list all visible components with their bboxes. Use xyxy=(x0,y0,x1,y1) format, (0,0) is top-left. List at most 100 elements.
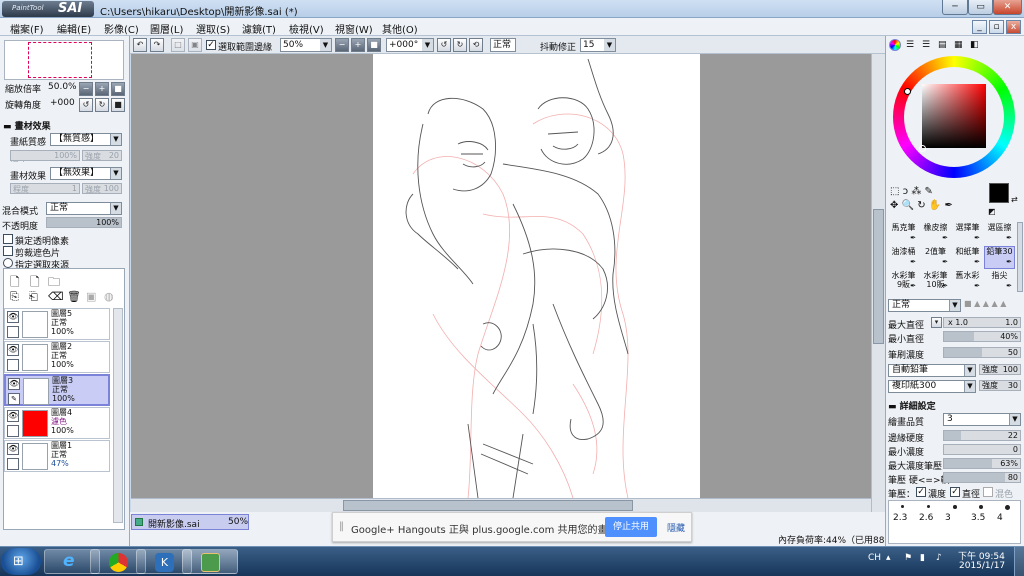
menu-window[interactable]: 視窗(W) xyxy=(335,21,373,36)
select-bounds-checkbox[interactable]: ✓ xyxy=(206,40,216,50)
brush-slot[interactable]: 水彩筆 9販 ✒ xyxy=(888,270,919,293)
zoom-in-icon[interactable]: + xyxy=(351,38,365,52)
menu-image[interactable]: 影像(C) xyxy=(104,21,139,36)
eye-icon[interactable]: 👁 xyxy=(8,378,20,390)
stop-share-button[interactable]: 停止共用 xyxy=(605,517,657,537)
tray-expand-icon[interactable]: ▴ xyxy=(886,553,891,563)
layer-mask-icon[interactable]: ◍ xyxy=(104,290,114,303)
nav-rotate-right-icon[interactable]: ↻ xyxy=(95,98,109,112)
brush-slot[interactable]: 和紙筆 ✒ xyxy=(952,246,983,269)
move-tool-icon[interactable]: ✥ xyxy=(890,200,898,211)
drag-handle-icon[interactable]: ‖ xyxy=(339,521,344,532)
brush-slot[interactable]: 指尖 ✒ xyxy=(984,270,1015,293)
taskbar-sai[interactable] xyxy=(182,549,238,574)
saturation-value-square[interactable] xyxy=(922,84,986,148)
pressure-blend-checkbox[interactable] xyxy=(983,487,993,497)
rotate-left-icon[interactable]: ↺ xyxy=(437,38,451,52)
nav-rotate-reset-icon[interactable]: ■ xyxy=(111,98,125,112)
brush-blend-select[interactable]: 正常 ▼ xyxy=(888,299,961,312)
menu-file[interactable]: 檔案(F) xyxy=(10,21,44,36)
menu-other[interactable]: 其他(O) xyxy=(382,21,418,36)
brush-slot[interactable]: 2值筆 ✒ xyxy=(920,246,951,269)
lock-icon[interactable] xyxy=(7,359,19,371)
min-size-slider[interactable]: 40% xyxy=(943,331,1021,342)
paper-strength-slider[interactable]: 20 強度 xyxy=(82,150,122,161)
color-mix-tab-icon[interactable]: ▤ xyxy=(938,40,947,50)
max-size-slider[interactable]: x 1.0 1.0 xyxy=(943,317,1021,328)
brush-size-label[interactable]: 2.6 xyxy=(919,513,933,523)
transfer-down-icon[interactable]: ⎘ xyxy=(10,290,19,304)
brush-slot[interactable]: 選區擦 ✒ xyxy=(984,222,1015,245)
opacity-slider[interactable]: 100% xyxy=(46,217,122,228)
horizontal-scroll-thumb[interactable] xyxy=(343,500,633,511)
foreground-color[interactable] xyxy=(989,183,1009,203)
brush-slot[interactable]: 油漆桶 ✒ xyxy=(888,246,919,269)
brush-grid-scrollbar[interactable] xyxy=(1017,222,1023,292)
merge-down-icon[interactable]: ⎗ xyxy=(29,290,38,304)
rotate-right-icon[interactable]: ↻ xyxy=(453,38,467,52)
undo-icon[interactable]: ↶ xyxy=(133,38,147,52)
texture-strength-slider[interactable]: 強度 30 xyxy=(979,380,1021,391)
layer-item[interactable]: 👁 圖層1 正常 47% xyxy=(4,440,110,472)
document-tab[interactable]: 開新影像.sai 50% xyxy=(131,514,249,530)
rotate-tool-icon[interactable]: ↻ xyxy=(917,200,925,211)
zoom-out-icon[interactable]: − xyxy=(335,38,349,52)
brush-slot[interactable]: 鉛筆30 ✒ xyxy=(984,246,1015,269)
scratchpad-tab-icon[interactable]: ◧ xyxy=(970,40,979,50)
brush-size-label[interactable]: 3 xyxy=(945,513,951,523)
redo-icon[interactable]: ↷ xyxy=(150,38,164,52)
show-desktop-button[interactable] xyxy=(1014,547,1024,576)
lock-icon[interactable] xyxy=(7,326,19,338)
swatch-tab-icon[interactable]: ▦ xyxy=(954,40,963,50)
color-marker[interactable] xyxy=(919,145,926,152)
quality-select[interactable]: 3 ▼ xyxy=(943,413,1021,426)
menu-layer[interactable]: 圖層(L) xyxy=(150,21,183,36)
brush-slot[interactable]: 選擇筆 ✒ xyxy=(952,222,983,245)
brush-size-dot[interactable] xyxy=(953,505,957,509)
layer-item[interactable]: 👁 圖層5 正常 100% xyxy=(4,308,110,340)
rotate-reset-icon[interactable]: ⟲ xyxy=(469,38,483,52)
zoom-select[interactable]: 50% ▼ xyxy=(280,38,332,52)
close-button[interactable]: ✕ xyxy=(993,0,1022,15)
menu-filter[interactable]: 濾鏡(T) xyxy=(242,21,276,36)
brush-size-label[interactable]: 3.5 xyxy=(971,513,985,523)
paper-texture-select[interactable]: 【無質感】 ▼ xyxy=(50,133,122,146)
max-density-pressure-slider[interactable]: 63% xyxy=(943,458,1021,469)
menu-edit[interactable]: 編輯(E) xyxy=(57,21,91,36)
nav-rotate-left-icon[interactable]: ↺ xyxy=(79,98,93,112)
canvas-page[interactable] xyxy=(373,54,700,498)
lock-alpha-checkbox[interactable] xyxy=(3,234,13,244)
magic-wand-tool-icon[interactable]: ⁂ xyxy=(911,186,921,197)
rgb-slider-tab-icon[interactable]: ☰ xyxy=(906,40,914,50)
layer-list-scrollbar[interactable] xyxy=(113,308,123,523)
menu-select[interactable]: 選取(S) xyxy=(196,21,230,36)
hand-tool-icon[interactable]: ✋ xyxy=(929,200,941,211)
zoom-reset-icon[interactable]: ■ xyxy=(367,38,381,52)
language-indicator[interactable]: CH xyxy=(868,553,881,563)
start-button[interactable]: ⊞ xyxy=(1,548,41,575)
reset-colors-icon[interactable]: ◩ xyxy=(988,207,996,216)
color-wheel-tab-icon[interactable] xyxy=(889,39,901,51)
pressure-size-checkbox[interactable]: ✓ xyxy=(950,487,960,497)
layer-item[interactable]: 👁 ✎ 圖層3 正常 100% xyxy=(4,374,110,406)
brush-slot[interactable]: 橡皮擦 ✒ xyxy=(920,222,951,245)
marquee-tool-icon[interactable]: ⬚ xyxy=(890,186,899,197)
menu-view[interactable]: 檢視(V) xyxy=(289,21,324,36)
clock-date[interactable]: 2015/1/17 xyxy=(959,561,1005,571)
pressure-density-checkbox[interactable]: ✓ xyxy=(916,487,926,497)
swap-colors-icon[interactable]: ⇄ xyxy=(1011,195,1018,204)
stabilizer-select[interactable]: 15 ▼ xyxy=(580,38,616,52)
brush-shape-select[interactable]: 自動鉛筆 ▼ xyxy=(888,364,976,377)
effect-strength-slider[interactable]: 100 強度 xyxy=(82,183,122,194)
doc-close-button[interactable]: x xyxy=(1006,20,1021,34)
density-slider[interactable]: 50 xyxy=(943,347,1021,358)
eye-icon[interactable]: 👁 xyxy=(7,410,19,422)
paper-scale-slider[interactable]: 100% xyxy=(10,150,80,161)
doc-minimize-button[interactable]: _ xyxy=(972,20,987,34)
max-size-toggle-icon[interactable]: ▾ xyxy=(931,317,942,328)
volume-icon[interactable]: ♪ xyxy=(936,553,942,563)
maximize-button[interactable]: ▭ xyxy=(968,0,993,15)
hue-marker[interactable] xyxy=(904,88,911,95)
details-section-toggle[interactable]: ▬ 詳細設定 xyxy=(888,399,936,413)
nav-zoom-in-icon[interactable]: + xyxy=(95,82,109,96)
